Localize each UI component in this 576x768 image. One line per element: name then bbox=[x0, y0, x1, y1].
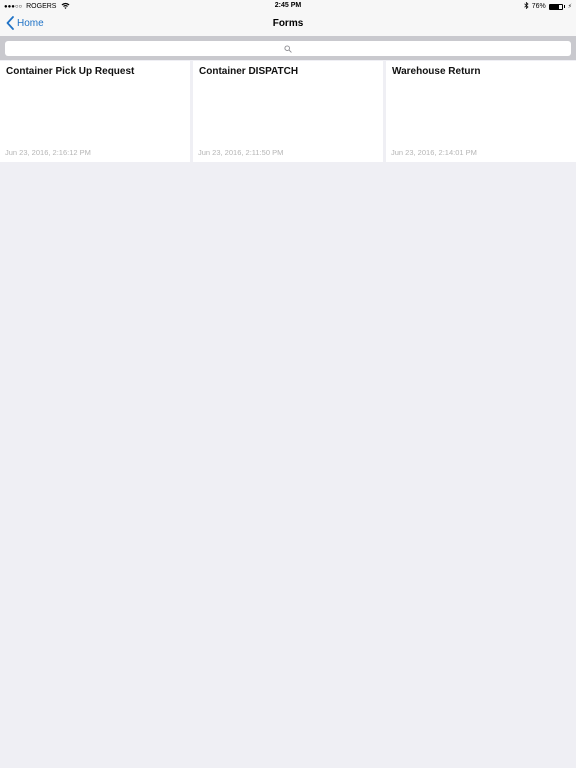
form-card-date: Jun 23, 2016, 2:14:01 PM bbox=[391, 148, 477, 157]
navigation-bar: Home Forms bbox=[0, 12, 576, 36]
form-card-title: Container DISPATCH bbox=[199, 66, 299, 77]
status-right: 76% ⚡ bbox=[524, 1, 572, 11]
form-card-date: Jun 23, 2016, 2:11:50 PM bbox=[198, 148, 284, 157]
page-title: Forms bbox=[272, 18, 304, 29]
search-icon bbox=[284, 44, 292, 53]
form-card-container-pick-up-request[interactable]: Container Pick Up Request Jun 23, 2016, … bbox=[0, 61, 190, 162]
form-card-title: Warehouse Return bbox=[392, 66, 481, 77]
form-card-container-dispatch[interactable]: Container DISPATCH Jun 23, 2016, 2:11:50… bbox=[193, 61, 383, 162]
battery-percent: 76% bbox=[531, 3, 546, 10]
status-time: 2:45 PM bbox=[274, 2, 302, 9]
battery-icon bbox=[548, 3, 563, 10]
search-bar bbox=[0, 36, 576, 60]
battery-fill bbox=[549, 4, 559, 9]
status-bar: ●●●○○ ROGERS 2:45 PM 76% ⚡ bbox=[0, 0, 576, 12]
form-card-warehouse-return[interactable]: Warehouse Return Jun 23, 2016, 2:14:01 P… bbox=[386, 61, 576, 162]
charging-icon: ⚡ bbox=[567, 4, 572, 10]
forms-grid: Container Pick Up Request Jun 23, 2016, … bbox=[0, 61, 576, 162]
form-card-title: Container Pick Up Request bbox=[6, 66, 135, 77]
form-card-date: Jun 23, 2016, 2:16:12 PM bbox=[5, 148, 91, 157]
battery-tip bbox=[563, 5, 565, 8]
search-field[interactable] bbox=[5, 41, 571, 56]
bluetooth-icon bbox=[524, 1, 529, 11]
